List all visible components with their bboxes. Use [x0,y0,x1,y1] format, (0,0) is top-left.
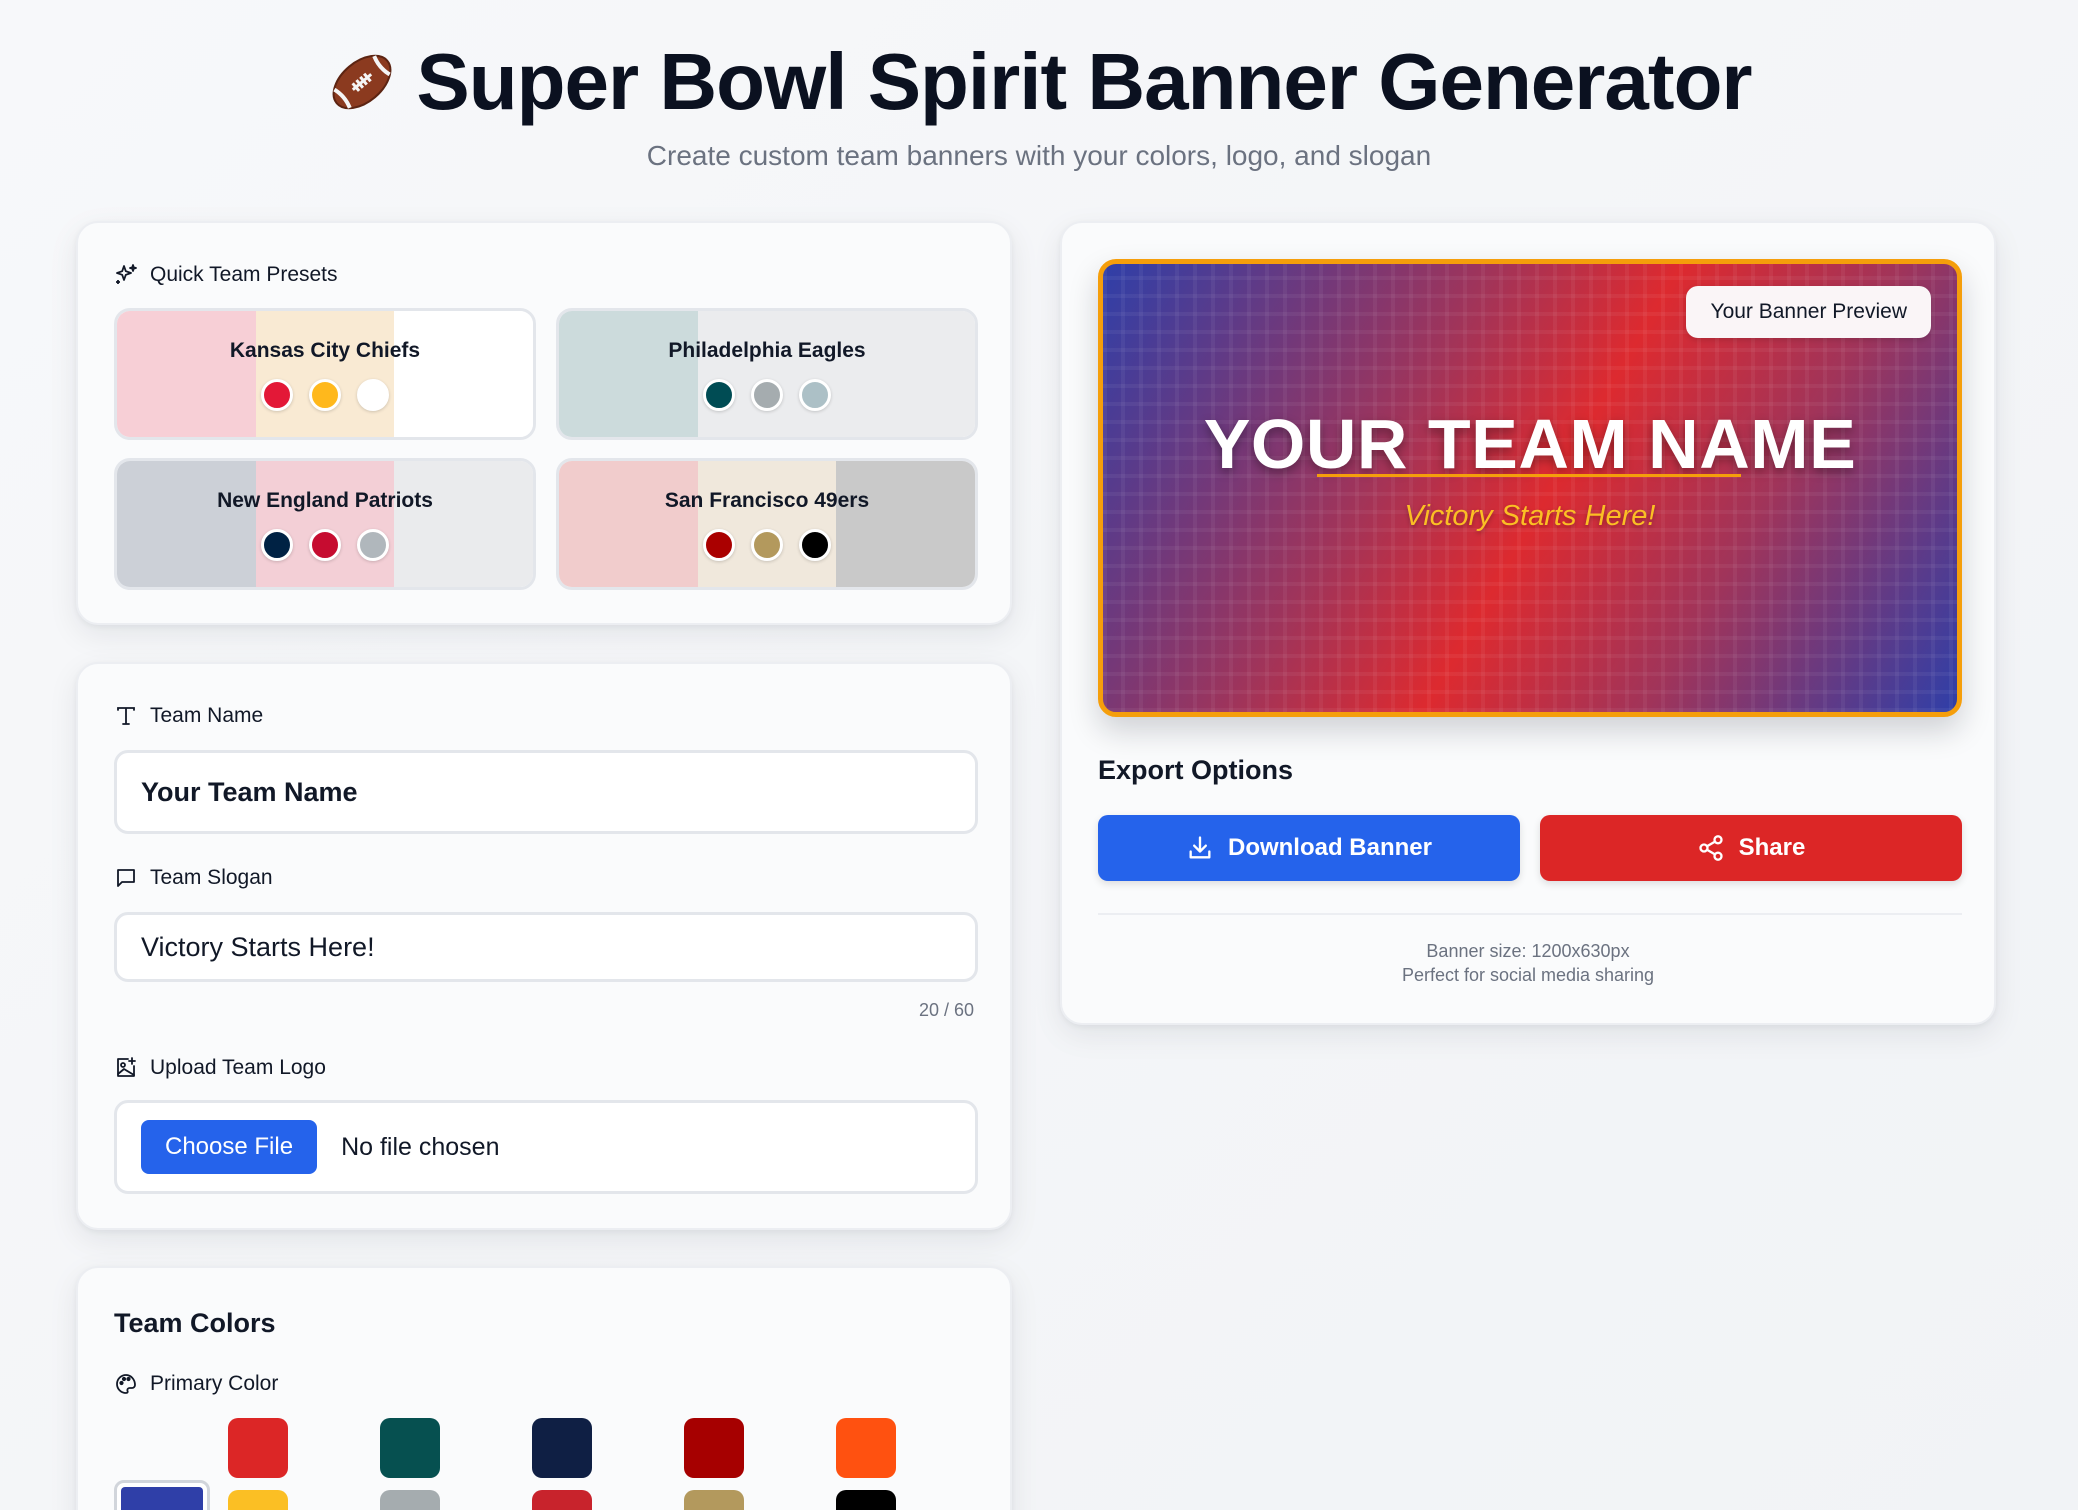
page-title-text: Super Bowl Spirit Banner Generator [416,37,1752,126]
color-swatch[interactable] [684,1418,744,1478]
presets-label-text: Quick Team Presets [150,263,338,286]
banner-preview: Your Banner Preview YOUR TEAM NAME Victo… [1098,259,1962,717]
primary-color-label: Primary Color [114,1372,278,1396]
team-name-label: Team Name [114,704,263,728]
preset-new-england-patriots[interactable]: New England Patriots [114,458,536,590]
color-swatch[interactable] [228,1490,288,1510]
preview-card: Your Banner Preview YOUR TEAM NAME Victo… [1060,221,1996,1025]
divider [1098,913,1962,915]
color-dot [357,529,389,561]
file-status: No file chosen [341,1132,500,1161]
color-dot [799,529,831,561]
download-icon [1189,836,1211,859]
banner-team-name: YOUR TEAM NAME [1203,405,1857,483]
text-icon [117,707,135,725]
color-swatch[interactable] [836,1418,896,1478]
presets-label: Quick Team Presets [114,263,338,287]
banner-size-info: Banner size: 1200x630px [1426,941,1630,961]
logo-upload-label: Upload Team Logo [114,1056,326,1080]
banner-underline [1317,474,1741,477]
preset-name: San Francisco 49ers [664,489,870,512]
page-header: Super Bowl Spirit Banner Generator Creat… [0,36,2078,172]
sharing-note: Perfect for social media sharing [1401,965,1655,985]
preset-name: New England Patriots [217,489,433,512]
color-dot [261,379,293,411]
team-name-input[interactable]: Your Team Name [114,750,978,834]
color-dot [799,379,831,411]
page-title: Super Bowl Spirit Banner Generator [326,36,1753,128]
preset-name: Philadelphia Eagles [668,339,866,362]
message-icon [117,869,135,887]
presets-card: Quick Team Presets Kansas City Chiefs Ph… [76,221,1012,625]
logo-file-input[interactable]: Choose File No file chosen [114,1100,978,1194]
color-swatch[interactable] [228,1418,288,1478]
banner-slogan: Victory Starts Here! [1404,500,1656,532]
color-dot [309,379,341,411]
color-dot [703,379,735,411]
color-swatch[interactable] [380,1490,440,1510]
color-swatch[interactable] [380,1418,440,1478]
color-swatch[interactable] [532,1490,592,1510]
color-dot [751,379,783,411]
share-button[interactable]: Share [1540,815,1962,881]
team-details-card: Team Name Your Team Name Team Slogan Vic… [76,662,1012,1230]
preset-name: Kansas City Chiefs [229,339,421,362]
team-colors-card: Team Colors Primary Color [76,1266,1012,1510]
share-icon [1698,835,1723,861]
selected-color-swatch[interactable] [114,1480,210,1510]
preview-badge: Your Banner Preview [1686,286,1931,338]
preset-kansas-city-chiefs[interactable]: Kansas City Chiefs [114,308,536,440]
color-swatch[interactable] [836,1490,896,1510]
preset-philadelphia-eagles[interactable]: Philadelphia Eagles [556,308,978,440]
page: Super Bowl Spirit Banner Generator Creat… [0,0,2078,1510]
color-dot [309,529,341,561]
color-swatch[interactable] [684,1490,744,1510]
slogan-label: Team Slogan [114,866,273,890]
color-dot [357,379,389,411]
image-upload-icon [117,1057,136,1077]
export-options-title: Export Options [1098,755,1293,785]
page-subtitle: Create custom team banners with your col… [646,140,1432,171]
color-dot [261,529,293,561]
team-colors-title: Team Colors [114,1308,276,1338]
slogan-input[interactable]: Victory Starts Here! [114,912,978,982]
choose-file-button[interactable]: Choose File [141,1120,318,1174]
color-swatch[interactable] [532,1418,592,1478]
color-dot [703,529,735,561]
football-icon [333,54,392,110]
palette-icon [116,1374,136,1394]
sparkles-icon [116,264,137,284]
preset-san-francisco-49ers[interactable]: San Francisco 49ers [556,458,978,590]
slogan-character-counter: 20 / 60 [918,1000,974,1020]
color-dot [751,529,783,561]
presets-grid: Kansas City Chiefs Philadelphia Eagles N… [114,308,978,590]
download-banner-button[interactable]: Download Banner [1098,815,1520,881]
